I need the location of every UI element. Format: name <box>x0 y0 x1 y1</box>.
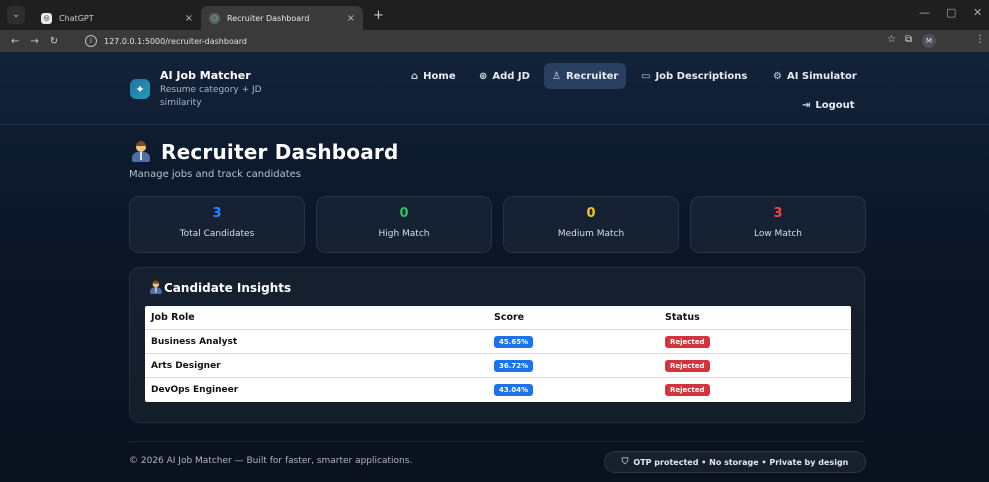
nav-add-jd[interactable]: ⊕ Add JD <box>471 63 538 89</box>
insights-header: Candidate Insights <box>150 280 292 295</box>
forward-icon[interactable]: → <box>30 36 38 47</box>
gear-icon: ⚙ <box>773 70 782 82</box>
stat-value: 3 <box>212 206 222 221</box>
candidate-insights-card: Candidate Insights Job Role Score Status… <box>129 267 865 423</box>
stat-card-total-candidates: 3 Total Candidates <box>129 196 305 253</box>
businessman-icon <box>132 141 150 162</box>
shield-icon: ⛉ <box>621 457 629 467</box>
browser-menu-icon[interactable]: ⋮ <box>975 34 985 45</box>
stat-label: High Match <box>378 229 430 239</box>
url-text: 127.0.0.1:5000/recruiter-dashboard <box>104 36 247 46</box>
browser-tab-bar: ⌄ ◎ ChatGPT × ◌ Recruiter Dashboard × + … <box>0 0 989 30</box>
reload-icon[interactable]: ↻ <box>50 36 58 47</box>
nav-job-descriptions[interactable]: ▭ Job Descriptions <box>633 63 755 89</box>
status-badge: Rejected <box>665 335 710 348</box>
businessman-icon <box>150 280 162 294</box>
close-window-icon[interactable]: ✕ <box>973 6 982 19</box>
cell-job-role: DevOps Engineer <box>151 385 239 395</box>
stat-card-medium-match: 0 Medium Match <box>503 196 679 253</box>
site-info-icon[interactable]: i <box>85 35 97 47</box>
restore-icon[interactable]: ▢ <box>946 6 956 19</box>
privacy-badge: ⛉ OTP protected • No storage • Private b… <box>604 451 866 473</box>
browser-tab-recruiter-dashboard[interactable]: ◌ Recruiter Dashboard × <box>201 6 363 30</box>
stat-label: Low Match <box>753 229 803 239</box>
stat-value: 3 <box>773 206 783 221</box>
brand-subtitle: Resume category + JD similarity <box>160 85 262 108</box>
briefcase-icon: ▭ <box>641 70 651 82</box>
candidate-table: Job Role Score Status Business Analyst 4… <box>145 306 851 402</box>
column-header-status: Status <box>665 312 700 323</box>
users-icon: ♙ <box>552 70 561 82</box>
score-badge: 45.65% <box>494 335 534 348</box>
stat-value: 0 <box>586 206 596 221</box>
privacy-badge-text: OTP protected • No storage • Private by … <box>633 457 849 467</box>
bookmark-star-icon[interactable]: ☆ <box>887 34 896 45</box>
brand-logo-icon[interactable]: ✦ <box>130 79 150 99</box>
nav-recruiter[interactable]: ♙ Recruiter <box>544 63 627 89</box>
nav-home-label: Home <box>423 70 456 82</box>
tab-title: ChatGPT <box>59 13 94 23</box>
nav-ai-simulator[interactable]: ⚙ AI Simulator <box>765 63 865 89</box>
chatgpt-favicon-icon: ◎ <box>41 12 52 24</box>
nav-home[interactable]: ⌂ Home <box>403 63 464 89</box>
extensions-icon[interactable]: ⧉ <box>905 34 912 45</box>
stat-card-low-match: 3 Low Match <box>690 196 866 253</box>
status-badge: Rejected <box>665 384 710 396</box>
browser-tab-chatgpt[interactable]: ◎ ChatGPT × <box>33 6 201 30</box>
table-row: DevOps Engineer 43.04% Rejected <box>145 378 851 402</box>
cell-job-role: Business Analyst <box>151 336 238 347</box>
nav-logout[interactable]: ⇥ Logout <box>794 92 863 118</box>
footer-copyright: © 2026 AI Job Matcher — Built for faster… <box>129 456 413 466</box>
table-row: Business Analyst 45.65% Rejected <box>145 330 851 354</box>
new-tab-button[interactable]: + <box>373 8 384 23</box>
back-icon[interactable]: ← <box>11 36 19 47</box>
browser-address-bar: ← → ↻ i 127.0.0.1:5000/recruiter-dashboa… <box>0 30 989 52</box>
nav-job-descriptions-label: Job Descriptions <box>655 70 748 82</box>
page-subtitle: Manage jobs and track candidates <box>129 169 302 180</box>
column-header-score: Score <box>494 312 525 323</box>
stat-value: 0 <box>399 206 409 221</box>
home-icon: ⌂ <box>411 70 419 82</box>
brand-title[interactable]: AI Job Matcher <box>160 69 251 82</box>
profile-avatar[interactable]: M <box>922 34 936 48</box>
nav-logout-label: Logout <box>815 99 855 111</box>
site-header: ✦ AI Job Matcher Resume category + JD si… <box>0 52 989 125</box>
logout-icon: ⇥ <box>802 99 811 111</box>
score-badge: 43.04% <box>494 384 534 396</box>
cell-job-role: Arts Designer <box>151 360 221 371</box>
minimize-icon[interactable]: — <box>919 6 930 19</box>
table-row: Arts Designer 36.72% Rejected <box>145 354 851 378</box>
tab-title: Recruiter Dashboard <box>227 13 310 23</box>
close-tab-icon[interactable]: × <box>185 13 193 24</box>
stat-card-high-match: 0 High Match <box>316 196 492 253</box>
table-header-row: Job Role Score Status <box>145 306 851 330</box>
page-body: ✦ AI Job Matcher Resume category + JD si… <box>0 52 989 482</box>
page-title: Recruiter Dashboard <box>161 140 399 164</box>
plus-circle-icon: ⊕ <box>479 70 488 82</box>
nav-add-jd-label: Add JD <box>492 70 530 82</box>
insights-title: Candidate Insights <box>164 281 292 295</box>
status-badge: Rejected <box>665 359 710 372</box>
site-favicon-icon: ◌ <box>209 12 220 24</box>
stat-label: Medium Match <box>557 229 625 239</box>
footer-divider <box>129 441 865 442</box>
nav-ai-simulator-label: AI Simulator <box>786 70 857 82</box>
page-title-row: Recruiter Dashboard <box>132 140 399 164</box>
nav-recruiter-label: Recruiter <box>565 70 619 82</box>
stat-label: Total Candidates <box>179 229 255 239</box>
score-badge: 36.72% <box>494 359 534 372</box>
column-header-job-role: Job Role <box>151 312 195 323</box>
close-tab-icon[interactable]: × <box>347 13 355 24</box>
tab-search-icon[interactable]: ⌄ <box>7 6 25 24</box>
url-field[interactable]: i 127.0.0.1:5000/recruiter-dashboard <box>85 32 875 50</box>
